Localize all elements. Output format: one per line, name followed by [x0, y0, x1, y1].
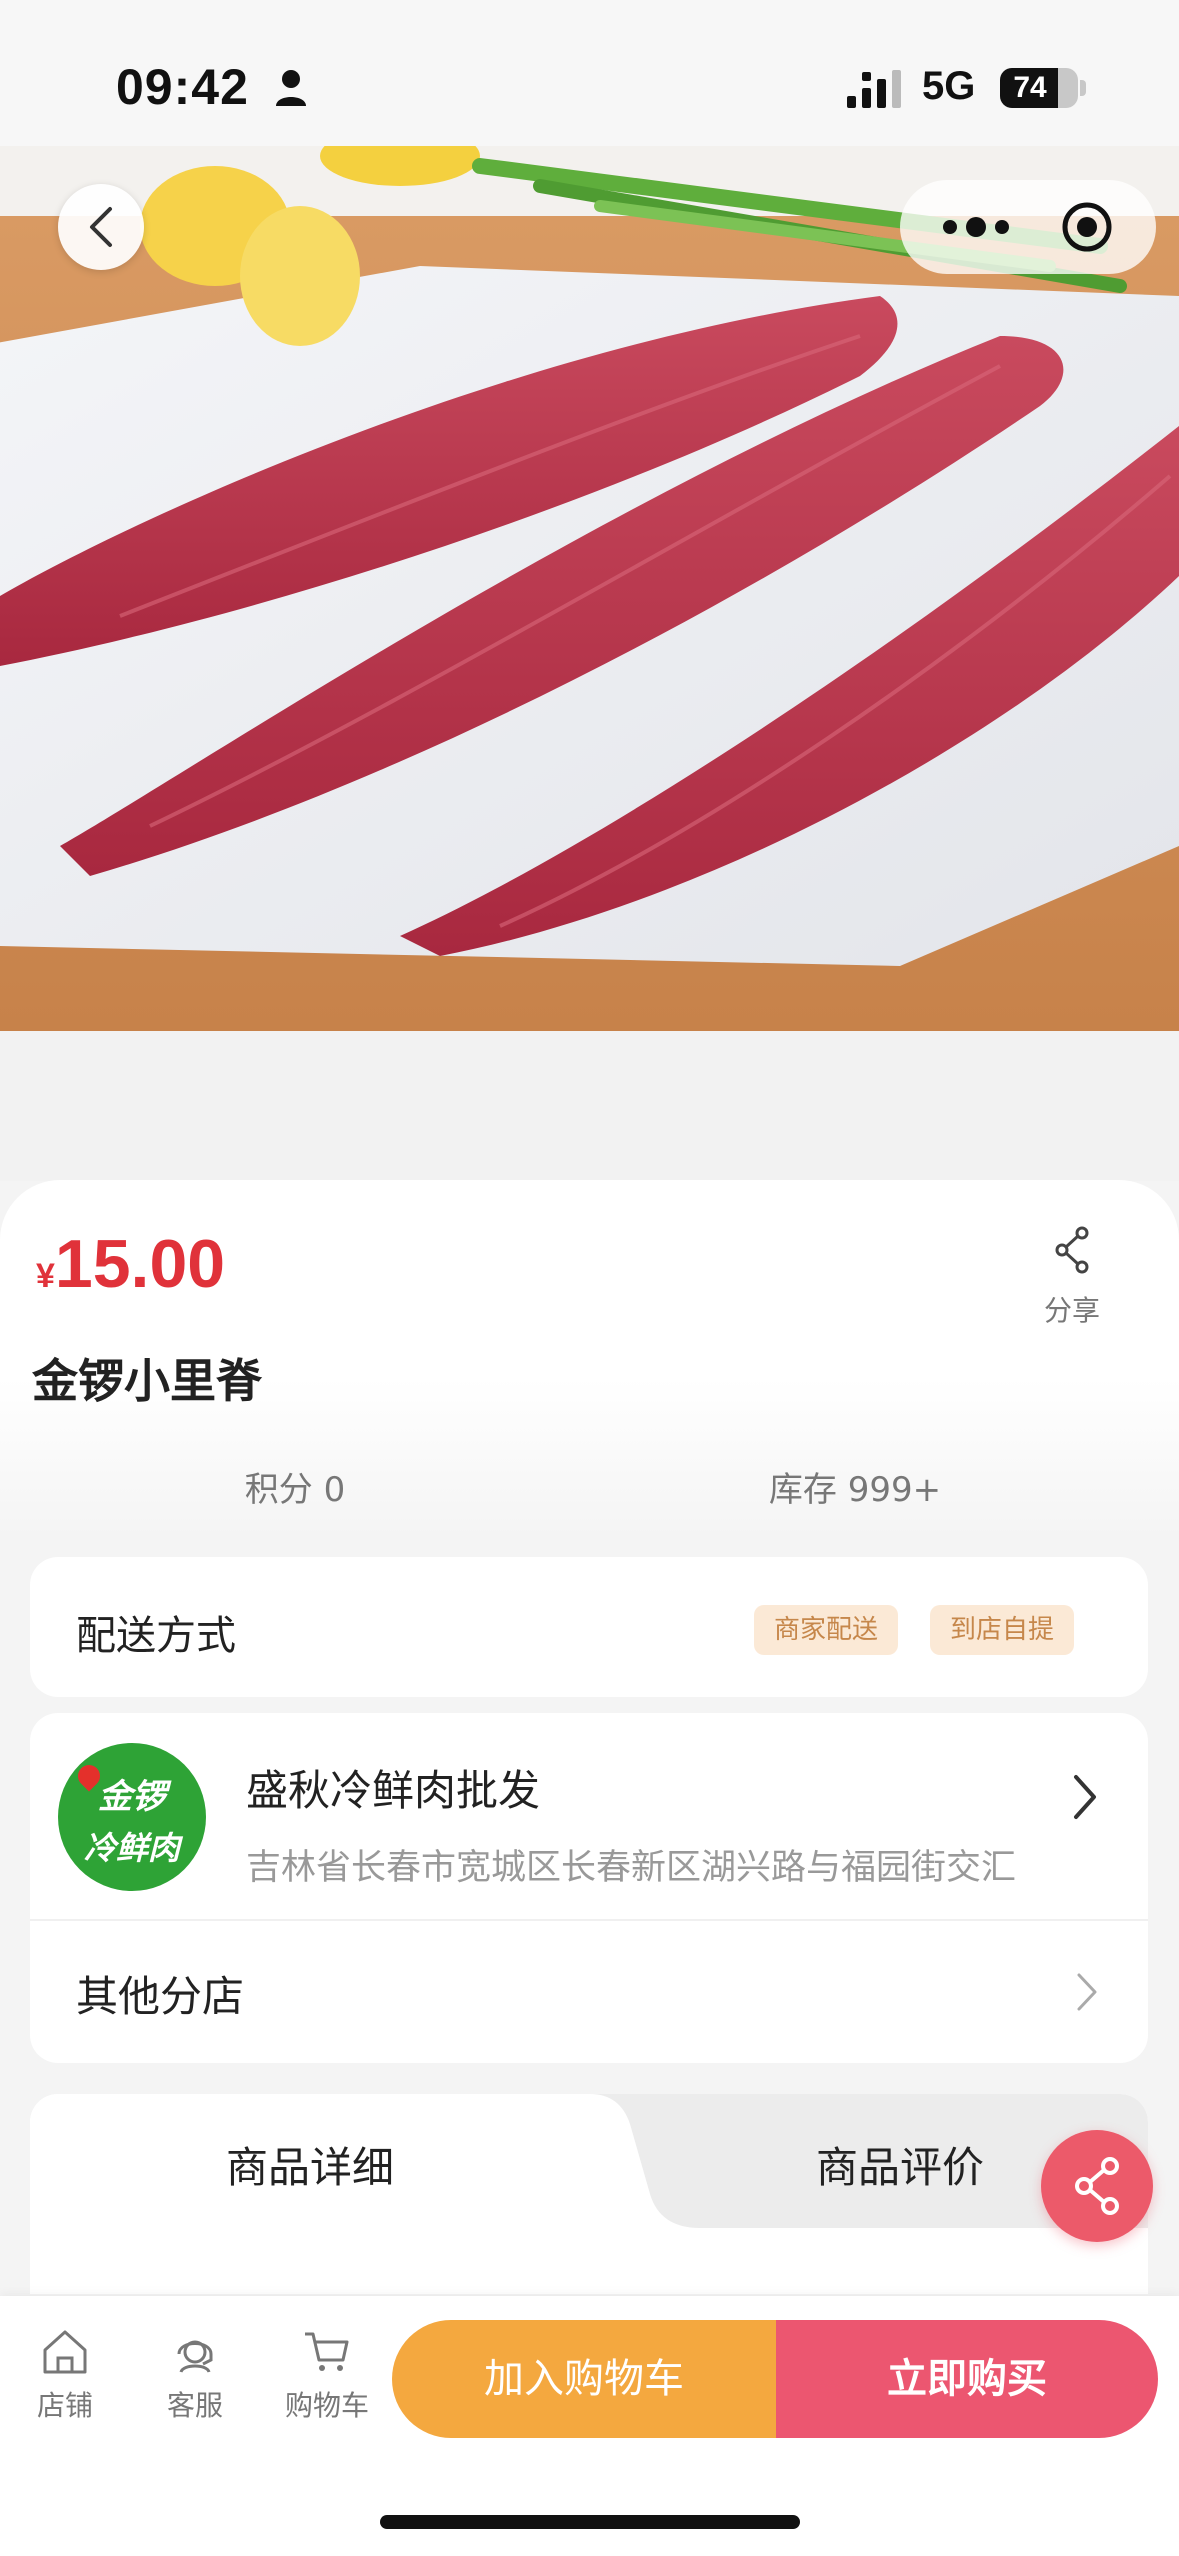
- image-gap: [0, 1031, 1179, 1181]
- delivery-section: 配送方式 商家配送 到店自提: [30, 1557, 1148, 1697]
- tab-product-details[interactable]: 商品详细: [30, 2134, 590, 2195]
- delivery-tag-pickup[interactable]: 到店自提: [930, 1605, 1075, 1655]
- target-icon[interactable]: [1060, 200, 1114, 254]
- share-button[interactable]: 分享: [1030, 1225, 1114, 1329]
- battery-cap: [1080, 80, 1086, 96]
- floating-share-button[interactable]: [1041, 2130, 1153, 2242]
- nav-cart-label: 购物车: [284, 2389, 369, 2422]
- buy-now-button[interactable]: 立即购买: [776, 2320, 1158, 2438]
- store-section: 金锣 冷鲜肉 盛秋冷鲜肉批发 吉林省长春市宽城区长春新区湖兴路与福园街交汇 其他…: [30, 1713, 1148, 2063]
- share-label: 分享: [1043, 1294, 1100, 1327]
- product-page: 09:42 5G 74 ¥15.00 分享 金锣小里脊 积分 0 库存 999+…: [0, 0, 1179, 2556]
- back-button[interactable]: [58, 184, 144, 270]
- store-logo-line1: 金锣: [98, 1777, 166, 1817]
- nav-store[interactable]: 店铺: [10, 2326, 120, 2424]
- network-label: 5G: [922, 64, 976, 108]
- status-bar: 09:42 5G 74: [0, 0, 1179, 146]
- divider: [30, 1919, 1148, 1921]
- chevron-left-icon: [90, 207, 112, 247]
- product-title: 金锣小里脊: [32, 1354, 262, 1408]
- person-icon: [276, 70, 306, 106]
- nav-cart[interactable]: 购物车: [272, 2326, 382, 2424]
- detail-tabs: 商品详细 商品评价: [30, 2094, 1148, 2294]
- share-icon: [1075, 2157, 1119, 2215]
- share-icon: [1055, 1226, 1089, 1274]
- nav-customer-service[interactable]: 客服: [140, 2326, 250, 2424]
- store-logo-line2: 冷鲜肉: [83, 1829, 180, 1867]
- cart-icon: [305, 2332, 349, 2371]
- store-icon: [43, 2330, 87, 2374]
- store-address: 吉林省长春市宽城区长春新区湖兴路与福园街交汇: [246, 1848, 1017, 1888]
- delivery-label: 配送方式: [76, 1613, 236, 1659]
- battery-label: 74: [1013, 71, 1047, 104]
- delivery-tag-merchant[interactable]: 商家配送: [754, 1605, 899, 1655]
- mini-program-capsule: [900, 180, 1156, 274]
- price: ¥15.00: [36, 1225, 225, 1303]
- currency-symbol: ¥: [36, 1257, 55, 1295]
- nav-store-label: 店铺: [36, 2389, 93, 2422]
- home-indicator[interactable]: [380, 2515, 800, 2529]
- chevron-right-icon[interactable]: [1074, 1971, 1100, 2013]
- more-dots-icon[interactable]: [936, 200, 1016, 254]
- signal-icon: [847, 70, 901, 108]
- chevron-right-icon[interactable]: [1070, 1773, 1100, 1821]
- stock-info: 库存 999+: [768, 1470, 942, 1510]
- nav-customer-service-label: 客服: [166, 2389, 223, 2422]
- price-value: 15.00: [54, 1226, 226, 1302]
- points-info: 积分 0: [244, 1470, 346, 1510]
- store-logo: 金锣 冷鲜肉: [58, 1743, 206, 1891]
- status-time: 09:42: [116, 59, 249, 115]
- battery-icon: 74: [1000, 68, 1078, 108]
- product-image: [0, 146, 1179, 1031]
- add-to-cart-button[interactable]: 加入购物车: [392, 2320, 776, 2438]
- store-name[interactable]: 盛秋冷鲜肉批发: [246, 1757, 540, 1818]
- other-branches-label[interactable]: 其他分店: [76, 1963, 244, 2024]
- customer-service-icon: [177, 2340, 213, 2373]
